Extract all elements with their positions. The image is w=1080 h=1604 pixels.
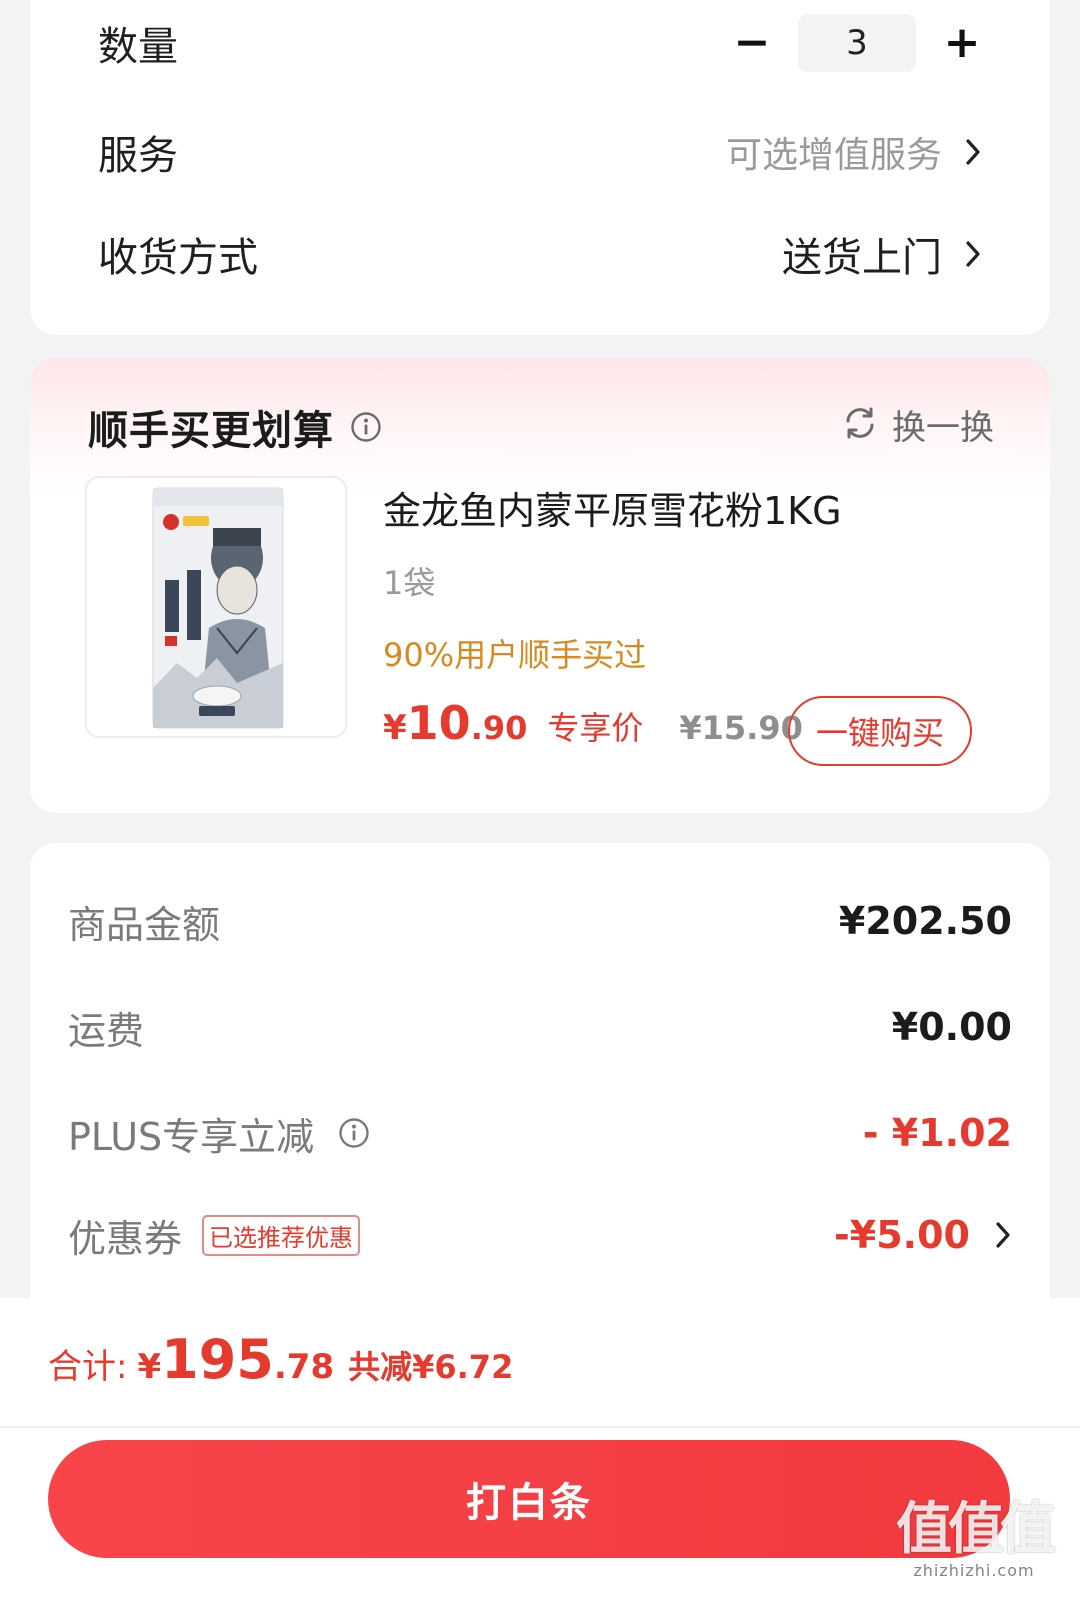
coupon-row[interactable]: 优惠券 已选推荐优惠 -¥5.00 bbox=[68, 1205, 1012, 1265]
chevron-right-icon bbox=[964, 137, 982, 167]
chevron-right-icon bbox=[964, 239, 982, 269]
total-decimal: .78 bbox=[273, 1347, 335, 1387]
price-integer: 10 bbox=[406, 696, 471, 750]
total-saved: 共减¥6.72 bbox=[348, 1348, 514, 1386]
product-image[interactable] bbox=[85, 476, 347, 738]
recommended-coupon-badge: 已选推荐优惠 bbox=[202, 1214, 361, 1256]
coupon-label-group: 优惠券 已选推荐优惠 bbox=[68, 1208, 361, 1263]
increase-quantity-button[interactable]: + bbox=[942, 21, 982, 65]
decrease-quantity-button[interactable]: − bbox=[732, 21, 772, 65]
addon-recommend-card: 顺手买更划算 换一换 金龙鱼内蒙平原雪花粉1KG 1袋 90%用户顺手买过 ¥ … bbox=[30, 358, 1050, 813]
product-spec: 1袋 bbox=[383, 564, 436, 602]
service-selector[interactable]: 可选增值服务 bbox=[726, 126, 982, 178]
plus-discount-label: PLUS专享立减 bbox=[68, 1114, 315, 1159]
swap-label: 换一换 bbox=[892, 408, 994, 448]
service-label: 服务 bbox=[98, 133, 178, 179]
addon-title-group: 顺手买更划算 bbox=[88, 398, 382, 456]
total-integer: 195 bbox=[161, 1328, 274, 1391]
plus-discount-label-group: PLUS专享立减 bbox=[68, 1106, 370, 1161]
exclusive-price-tag: 专享价 bbox=[547, 709, 644, 747]
total-currency: ¥ bbox=[137, 1347, 162, 1387]
delivery-label: 收货方式 bbox=[98, 235, 258, 281]
price-currency: ¥ bbox=[383, 708, 407, 748]
plus-discount-value: - ¥1.02 bbox=[862, 1111, 1012, 1155]
checkout-bar: 合计: ¥ 195 .78 共减¥6.72 打白条 值值值 zhizhizhi.… bbox=[0, 1298, 1080, 1604]
quantity-stepper: − 3 + bbox=[732, 14, 982, 72]
original-price: ¥15.90 bbox=[679, 709, 803, 747]
goods-amount-label: 商品金额 bbox=[68, 902, 221, 947]
shipping-fee-label: 运费 bbox=[68, 1008, 145, 1053]
order-options-card: 数量 − 3 + 服务 可选增值服务 收货方式 送货上门 bbox=[30, 0, 1050, 335]
delivery-value: 送货上门 bbox=[782, 235, 942, 281]
coupon-selector[interactable]: -¥5.00 bbox=[834, 1213, 1012, 1257]
product-price: ¥ 10 .90 专享价 ¥15.90 bbox=[383, 696, 803, 766]
one-click-buy-button[interactable]: 一键购买 bbox=[788, 696, 972, 766]
goods-amount-row: 商品金额 ¥202.50 bbox=[68, 891, 1012, 951]
shipping-fee-value: ¥0.00 bbox=[891, 1005, 1012, 1049]
price-summary-card: 商品金额 ¥202.50 运费 ¥0.00 PLUS专享立减 - ¥1.02 优… bbox=[30, 843, 1050, 1363]
order-confirm-page: 数量 − 3 + 服务 可选增值服务 收货方式 送货上门 顺手买更划算 换一换 … bbox=[0, 0, 1080, 1604]
quantity-input[interactable]: 3 bbox=[798, 14, 916, 72]
coupon-value: -¥5.00 bbox=[834, 1213, 970, 1257]
quantity-row: 数量 − 3 + bbox=[98, 8, 982, 78]
watermark-url: zhizhizhi.com bbox=[913, 1561, 1035, 1580]
info-icon[interactable] bbox=[338, 1117, 370, 1149]
delivery-row[interactable]: 收货方式 送货上门 bbox=[98, 224, 982, 284]
product-tip: 90%用户顺手买过 bbox=[383, 636, 647, 674]
price-decimal: .90 bbox=[470, 709, 528, 747]
shipping-fee-row: 运费 ¥0.00 bbox=[68, 997, 1012, 1057]
quantity-label: 数量 bbox=[98, 24, 178, 70]
swap-button[interactable]: 换一换 bbox=[842, 400, 994, 449]
pay-with-baitiao-button[interactable]: 打白条 bbox=[48, 1440, 1010, 1558]
order-total: 合计: ¥ 195 .78 共减¥6.72 bbox=[48, 1328, 513, 1391]
total-label: 合计: bbox=[48, 1347, 128, 1387]
addon-title: 顺手买更划算 bbox=[88, 408, 334, 454]
refresh-icon bbox=[842, 405, 878, 445]
divider bbox=[0, 1426, 1080, 1428]
service-row[interactable]: 服务 可选增值服务 bbox=[98, 122, 982, 182]
product-name[interactable]: 金龙鱼内蒙平原雪花粉1KG bbox=[383, 480, 842, 535]
plus-discount-row: PLUS专享立减 - ¥1.02 bbox=[68, 1103, 1012, 1163]
coupon-label: 优惠券 bbox=[68, 1216, 183, 1261]
goods-amount-value: ¥202.50 bbox=[838, 899, 1012, 943]
service-value: 可选增值服务 bbox=[725, 135, 942, 176]
delivery-selector[interactable]: 送货上门 bbox=[782, 225, 982, 283]
chevron-right-icon bbox=[994, 1220, 1012, 1250]
pay-button-label: 打白条 bbox=[466, 1480, 592, 1526]
info-icon[interactable] bbox=[350, 411, 382, 443]
